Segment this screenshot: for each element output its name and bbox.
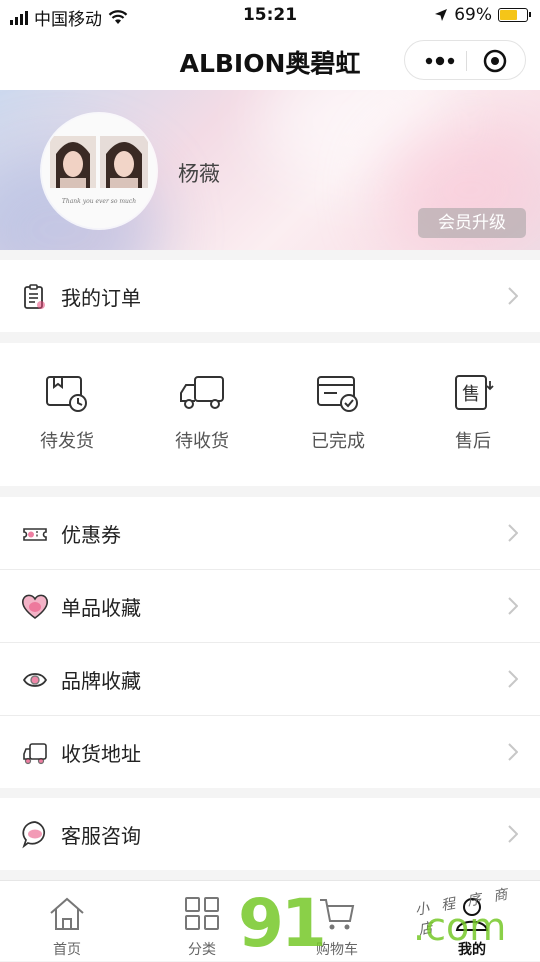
menu-item-label: 单品收藏	[61, 596, 141, 620]
svg-text:售: 售	[462, 384, 480, 405]
order-status-after-sales[interactable]: 售 售后	[428, 373, 518, 453]
order-status-awaiting-receipt[interactable]: 待收货	[157, 373, 247, 453]
chevron-right-icon	[508, 597, 518, 615]
member-upgrade-button[interactable]: 会员升级	[418, 208, 526, 238]
menu-item-product-favorites[interactable]: 单品收藏	[0, 570, 540, 642]
battery-icon	[498, 8, 531, 22]
customer-service-label: 客服咨询	[61, 824, 141, 848]
chevron-right-icon	[508, 287, 518, 305]
my-orders-label: 我的订单	[61, 286, 141, 310]
nav-bar: ALBION奥碧虹	[0, 30, 540, 90]
order-list-icon	[24, 284, 45, 309]
tab-home[interactable]: 首页	[17, 895, 117, 959]
tab-label: 我的	[458, 942, 486, 958]
category-grid-icon	[185, 897, 219, 930]
location-arrow-icon	[435, 9, 448, 21]
profile-header: Thank you ever so much 杨薇 会员升级	[0, 90, 540, 250]
completed-card-icon	[317, 376, 358, 412]
avatar[interactable]: Thank you ever so much	[42, 114, 156, 228]
chevron-right-icon	[508, 670, 518, 688]
order-status-panel: 待发货 待收货 已完成 售 售后	[0, 343, 540, 486]
tab-label: 首页	[53, 942, 81, 958]
chevron-right-icon	[508, 743, 518, 761]
username: 杨薇	[178, 162, 220, 186]
order-status-completed[interactable]: 已完成	[293, 373, 383, 453]
order-status-label: 已完成	[311, 431, 365, 452]
heart-icon	[21, 594, 49, 619]
cart-icon	[320, 899, 355, 930]
menu-item-shipping-address[interactable]: 收货地址	[0, 716, 540, 788]
order-status-awaiting-shipment[interactable]: 待发货	[22, 373, 112, 453]
awaiting-shipment-icon	[46, 376, 87, 412]
status-bar: 中国移动 15:21 69%	[0, 0, 540, 30]
menu-item-label: 品牌收藏	[61, 669, 141, 693]
tab-label: 购物车	[316, 942, 358, 958]
avatar-caption: Thank you ever so much	[61, 198, 137, 205]
capsule-divider	[466, 51, 467, 71]
home-icon	[50, 897, 84, 930]
order-status-label: 待发货	[40, 431, 94, 452]
user-icon	[455, 898, 489, 931]
order-status-label: 待收货	[175, 431, 229, 452]
mini-program-capsule	[404, 40, 526, 80]
menu-item-label: 收货地址	[61, 742, 141, 766]
avatar-photo	[42, 114, 156, 228]
after-sales-icon: 售	[455, 375, 494, 410]
menu-item-label: 优惠券	[61, 523, 121, 547]
tab-mine[interactable]: 我的	[422, 895, 522, 959]
battery-percent: 69%	[454, 5, 492, 25]
eye-icon	[22, 673, 48, 687]
chat-bubble-icon	[22, 821, 46, 849]
tab-label: 分类	[188, 942, 216, 958]
my-orders-row[interactable]: 我的订单	[0, 260, 540, 332]
tab-cart[interactable]: 购物车	[287, 895, 387, 959]
order-status-label: 售后	[455, 431, 491, 452]
coupon-icon	[23, 528, 47, 541]
more-button[interactable]	[415, 41, 465, 81]
close-circle-icon	[483, 49, 507, 73]
truck-icon	[180, 376, 224, 409]
delivery-van-icon	[23, 743, 47, 765]
menu-item-coupons[interactable]: 优惠券	[0, 497, 540, 569]
more-dots-icon	[425, 56, 455, 66]
close-button[interactable]	[469, 41, 523, 81]
chevron-right-icon	[508, 524, 518, 542]
tab-category[interactable]: 分类	[152, 895, 252, 959]
customer-service-row[interactable]: 客服咨询	[0, 798, 540, 870]
chevron-right-icon	[508, 825, 518, 843]
menu-item-brand-favorites[interactable]: 品牌收藏	[0, 643, 540, 715]
bottom-tab-bar: 首页 分类 购物车 我的	[0, 880, 540, 961]
